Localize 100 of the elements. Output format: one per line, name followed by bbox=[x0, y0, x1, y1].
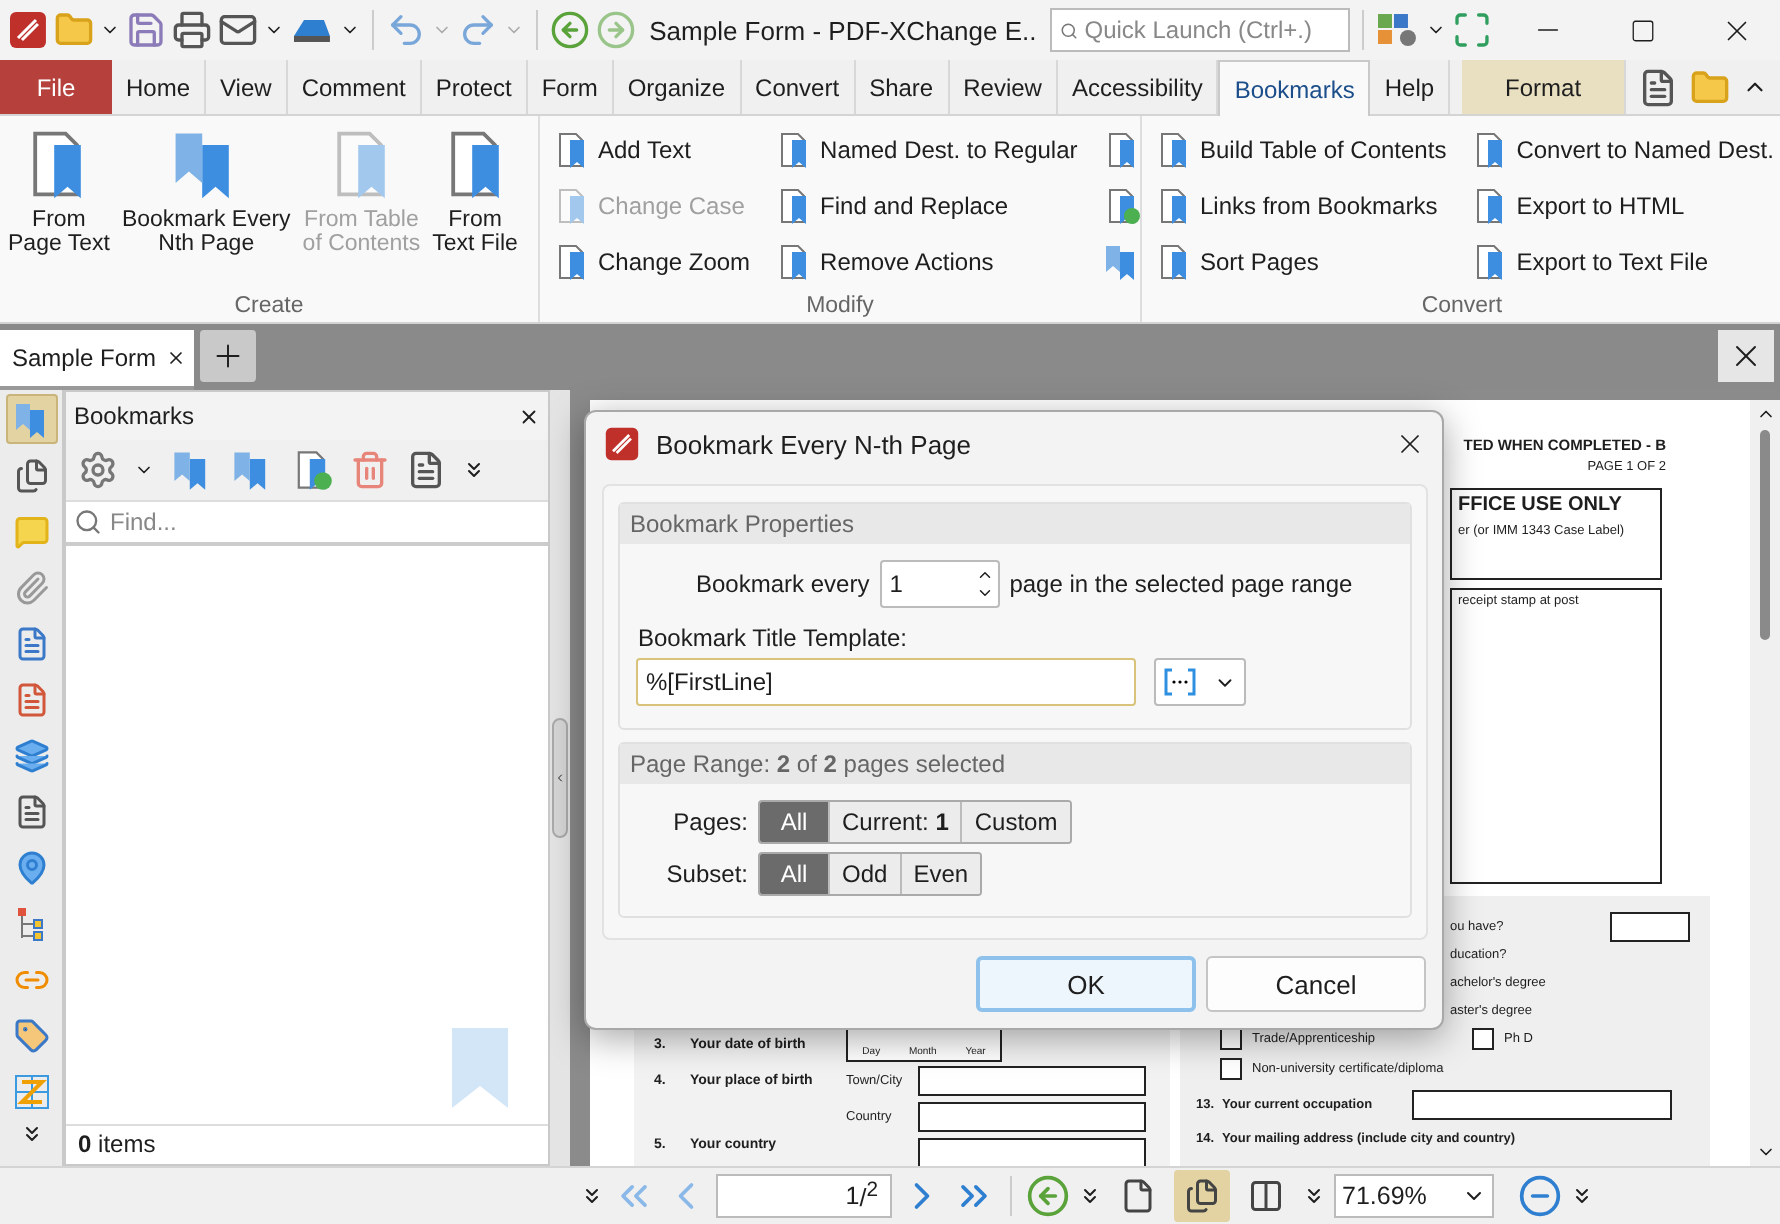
more-icon[interactable] bbox=[1570, 1184, 1594, 1208]
more-icon[interactable] bbox=[1078, 1184, 1102, 1208]
search-icon bbox=[74, 508, 102, 536]
macro-button[interactable] bbox=[1154, 658, 1246, 706]
checkbox[interactable] bbox=[1220, 1058, 1242, 1080]
layers-icon[interactable] bbox=[13, 737, 49, 773]
ribbon-tab[interactable]: Form bbox=[527, 60, 614, 114]
more-icon[interactable] bbox=[1302, 1184, 1326, 1208]
ok-button[interactable]: OK bbox=[976, 956, 1196, 1012]
mail-icon[interactable] bbox=[217, 10, 258, 50]
chevron-left-icon bbox=[554, 768, 566, 788]
settings-icon[interactable] bbox=[78, 450, 118, 490]
ribbon-button[interactable]: Bookmark Every Nth Page bbox=[117, 122, 295, 294]
ribbon-tab[interactable]: Help bbox=[1370, 60, 1451, 114]
quick-launch-field[interactable]: Quick Launch (Ctrl+.) bbox=[1050, 8, 1351, 52]
close-icon[interactable] bbox=[518, 405, 540, 427]
ribbon-button[interactable]: Named Dest. to Regular bbox=[770, 122, 1082, 178]
spin-up-icon[interactable] bbox=[975, 566, 994, 584]
section-heading: Bookmark Properties bbox=[620, 504, 1410, 544]
segment-option[interactable]: All bbox=[760, 854, 828, 894]
new-tab-button[interactable] bbox=[200, 330, 256, 382]
segment-option[interactable]: Custom bbox=[960, 802, 1070, 842]
continuous-pages-icon bbox=[1184, 1178, 1220, 1214]
ribbon-tab[interactable]: Protect bbox=[421, 60, 528, 114]
redo-icon[interactable] bbox=[457, 10, 498, 50]
ribbon-tab[interactable]: View bbox=[206, 60, 288, 114]
form-text: FFICE USE ONLY bbox=[1458, 494, 1624, 516]
back-icon[interactable] bbox=[549, 10, 590, 50]
ribbon-tab[interactable]: Bookmarks bbox=[1218, 60, 1371, 116]
pages-icon[interactable] bbox=[13, 457, 49, 493]
checkbox[interactable] bbox=[1220, 1028, 1242, 1050]
ribbon-button[interactable]: Change Zoom bbox=[548, 234, 755, 290]
ribbon-button[interactable]: Export to Text File bbox=[1466, 234, 1778, 290]
ribbon-button[interactable]: Find and Replace bbox=[770, 178, 1082, 234]
checkbox[interactable] bbox=[1472, 1028, 1494, 1050]
ribbon-tab[interactable]: Home bbox=[112, 60, 207, 114]
ribbon-button[interactable]: Add Text bbox=[548, 122, 755, 178]
document-tab[interactable]: Sample Form bbox=[0, 330, 194, 390]
field-label: Subset: bbox=[664, 860, 748, 888]
more-icon[interactable] bbox=[580, 1184, 604, 1208]
field-label: Pages: bbox=[671, 808, 748, 836]
zoom-field[interactable]: 71.69% bbox=[1334, 1174, 1494, 1218]
ribbon-tab[interactable]: Convert bbox=[741, 60, 856, 114]
close-document-button[interactable] bbox=[1718, 330, 1774, 382]
tools-icon[interactable] bbox=[1376, 10, 1421, 50]
scrollbar-thumb[interactable] bbox=[1760, 430, 1770, 640]
ribbon-button[interactable]: Sort Pages bbox=[1150, 234, 1451, 290]
close-icon[interactable] bbox=[166, 348, 186, 368]
ribbon-button[interactable]: Export to HTML bbox=[1466, 178, 1778, 234]
printer-icon[interactable] bbox=[171, 10, 212, 50]
form-field bbox=[1610, 911, 1690, 941]
segment-option[interactable]: All bbox=[760, 802, 828, 842]
panel-title: Bookmarks bbox=[74, 402, 195, 430]
ribbon-tab[interactable]: Review bbox=[949, 60, 1058, 114]
zoom-out-icon[interactable] bbox=[1518, 1174, 1562, 1218]
tag-icon[interactable] bbox=[13, 1017, 49, 1053]
ribbon-button[interactable]: Build Table of Contents bbox=[1150, 122, 1451, 178]
field-label: Bookmark Title Template: bbox=[638, 624, 908, 652]
file-menu-tab[interactable]: File bbox=[0, 60, 112, 114]
maximize-icon[interactable] bbox=[1629, 17, 1656, 43]
segment-option[interactable]: Even bbox=[899, 854, 981, 894]
group-label: Create bbox=[232, 294, 306, 322]
paperclip-icon[interactable] bbox=[13, 569, 49, 605]
ribbon-button[interactable]: Convert to Named Dest. bbox=[1466, 122, 1778, 178]
undo-icon[interactable] bbox=[385, 10, 426, 50]
interval-spinner[interactable]: 1 bbox=[879, 560, 1000, 608]
item-count: 0 items bbox=[78, 1130, 156, 1158]
window-title: Sample Form - PDF-XChange E.. bbox=[649, 15, 1037, 45]
ribbon-button[interactable]: Links from Bookmarks bbox=[1150, 178, 1451, 234]
ribbon-button[interactable]: Remove Actions bbox=[770, 234, 1082, 290]
cancel-button[interactable]: Cancel bbox=[1206, 956, 1426, 1012]
document-search-icon[interactable] bbox=[1638, 67, 1678, 107]
segment-option[interactable]: Odd bbox=[828, 854, 900, 894]
page-number-field[interactable]: 1/$^{2}$ bbox=[716, 1174, 892, 1218]
page-total: /$^{2}$ bbox=[859, 1179, 878, 1213]
ribbon-tab[interactable]: Format bbox=[1462, 60, 1627, 114]
dialog-title: Bookmark Every N-th Page bbox=[656, 429, 972, 459]
app-logo-icon bbox=[604, 426, 640, 462]
grid-icon[interactable] bbox=[13, 1073, 49, 1109]
more-icon[interactable] bbox=[462, 458, 486, 482]
macro-icon bbox=[1164, 668, 1197, 696]
ribbon-button[interactable]: From Page Text bbox=[4, 122, 114, 294]
segment-option[interactable]: Current: 1 bbox=[828, 802, 961, 842]
content-icon[interactable] bbox=[13, 793, 49, 829]
ribbon-button[interactable]: From Text File bbox=[428, 122, 522, 294]
field-label: page in the selected page range bbox=[1009, 570, 1353, 598]
template-field[interactable]: %[FirstLine] bbox=[636, 658, 1136, 706]
two-pages-icon bbox=[1248, 1178, 1284, 1214]
view-mode-button[interactable] bbox=[1174, 1170, 1230, 1222]
ribbon-tab[interactable]: Organize bbox=[613, 60, 742, 114]
single-page-icon bbox=[1120, 1178, 1156, 1214]
ribbon-tab[interactable]: Comment bbox=[287, 60, 422, 114]
ribbon-tab[interactable]: Share bbox=[855, 60, 950, 114]
document-list-icon[interactable] bbox=[13, 625, 49, 661]
location-pin-icon[interactable] bbox=[13, 849, 49, 885]
tree-icon[interactable] bbox=[13, 905, 49, 941]
collapse-handle[interactable] bbox=[552, 718, 568, 838]
section-heading: Page Range: 2 of 2 pages selected bbox=[620, 744, 1410, 784]
spin-down-icon[interactable] bbox=[975, 584, 994, 602]
delete-icon[interactable] bbox=[350, 450, 390, 490]
